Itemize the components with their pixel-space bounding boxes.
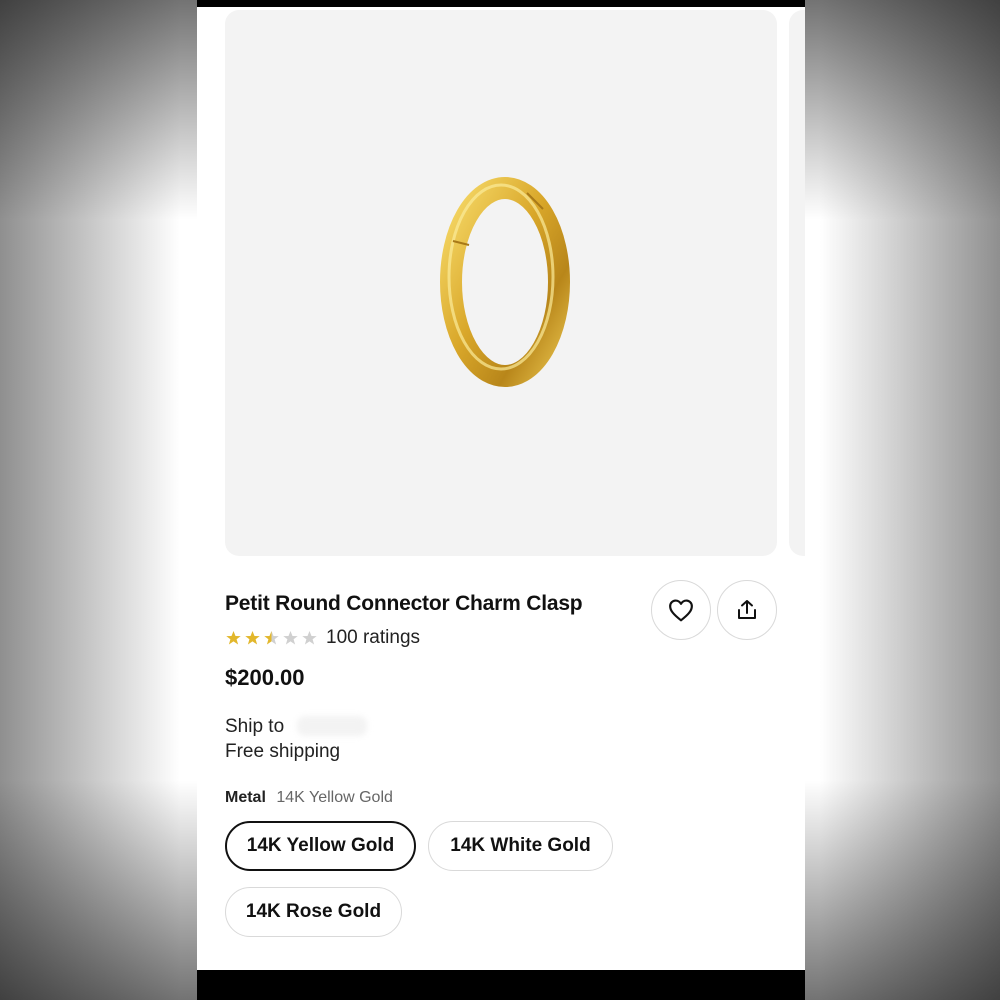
option-rose-gold[interactable]: 14K Rose Gold: [225, 887, 402, 937]
star-icon: [245, 631, 260, 645]
variant-label-row: Metal 14K Yellow Gold: [225, 789, 393, 807]
product-image-card[interactable]: [225, 10, 777, 556]
top-bar: [197, 0, 805, 7]
free-shipping-label: Free shipping: [225, 741, 341, 762]
product-price: $200.00: [225, 665, 305, 690]
variant-label: Metal: [225, 789, 266, 806]
star-icon: [283, 631, 298, 645]
option-white-gold[interactable]: 14K White Gold: [428, 821, 613, 871]
ship-to-label[interactable]: Ship to: [225, 716, 284, 738]
bottom-bar: [197, 970, 805, 1000]
product-image: [440, 177, 570, 387]
favorite-button[interactable]: [651, 580, 711, 640]
option-yellow-gold[interactable]: 14K Yellow Gold: [225, 821, 416, 871]
next-image-card[interactable]: [789, 10, 805, 556]
star-rating: [225, 630, 318, 646]
phone-screen: Petit Round Connector Charm Clasp 100 ra…: [197, 0, 805, 1000]
share-icon: [738, 600, 756, 619]
redacted-location: [297, 716, 367, 736]
heart-icon: [669, 599, 693, 622]
rating-row[interactable]: 100 ratings: [225, 627, 420, 649]
share-button[interactable]: [717, 580, 777, 640]
star-icon: [302, 631, 317, 645]
star-icon: [226, 631, 241, 645]
star-icon: [264, 631, 279, 645]
variant-selected-value: 14K Yellow Gold: [276, 789, 393, 806]
ratings-count[interactable]: 100 ratings: [326, 627, 420, 649]
product-title: Petit Round Connector Charm Clasp: [225, 592, 583, 615]
